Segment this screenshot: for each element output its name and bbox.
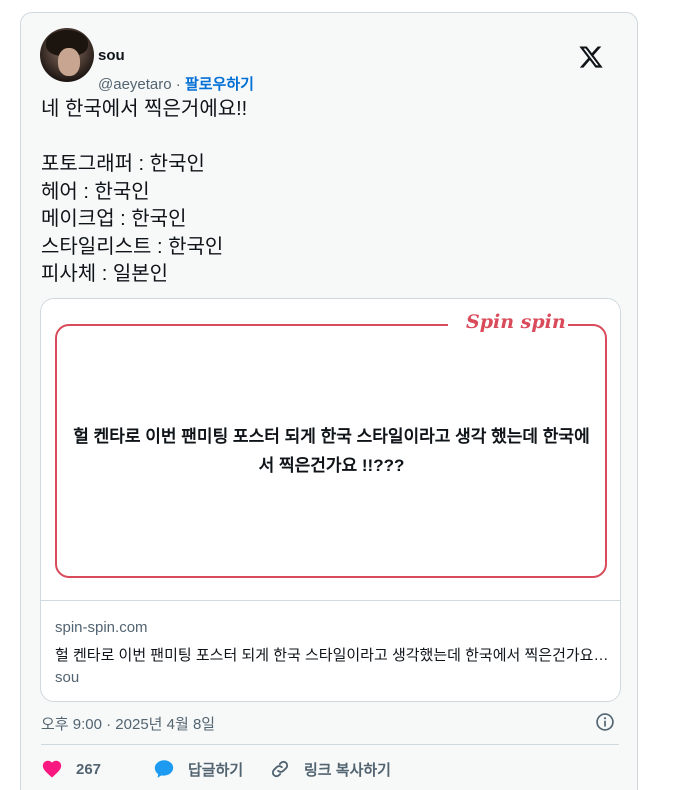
info-icon[interactable]: [595, 712, 615, 732]
tweet-card: sou @aeyetaro · 팔로우하기 네 한국에서 찍은거에요!! 포토그…: [20, 12, 638, 790]
link-preview-card[interactable]: Spin spin 헐 켄타로 이번 팬미팅 포스터 되게 한국 스타일이라고 …: [40, 298, 621, 702]
link-preview-image: Spin spin 헐 켄타로 이번 팬미팅 포스터 되게 한국 스타일이라고 …: [41, 299, 620, 601]
link-domain: spin-spin.com: [55, 619, 148, 636]
tweet-text: 네 한국에서 찍은거에요!! 포토그래퍼 : 한국인 헤어 : 한국인 메이크업…: [41, 98, 248, 285]
heart-icon: [42, 760, 62, 778]
like-count: 267: [76, 760, 102, 778]
handle-separator: ·: [175, 76, 181, 93]
link-author: sou: [55, 669, 80, 686]
poster-brand-logo: Spin spin: [466, 311, 566, 333]
avatar-face: [58, 48, 80, 76]
chain-link-icon: [271, 760, 289, 778]
follow-button[interactable]: 팔로우하기: [185, 76, 254, 93]
author-name[interactable]: sou: [98, 47, 125, 64]
author-handle[interactable]: @aeyetaro: [98, 76, 172, 93]
tweet-header: sou @aeyetaro · 팔로우하기: [40, 28, 622, 93]
speech-bubble-icon: [154, 760, 174, 778]
reply-label: 답글하기: [188, 761, 244, 779]
like-button[interactable]: 267: [41, 757, 101, 781]
avatar[interactable]: [40, 28, 94, 82]
action-bar: 267 답글하기 링크 복사하기: [41, 757, 621, 781]
copy-link-button[interactable]: 링크 복사하기: [269, 757, 391, 781]
poster-text: 헐 켄타로 이번 팬미팅 포스터 되게 한국 스타일이라고 생각 했는데 한국에…: [73, 427, 590, 475]
reply-button[interactable]: 답글하기: [153, 757, 243, 781]
author-handle-line: @aeyetaro · 팔로우하기: [98, 73, 254, 94]
copy-link-label: 링크 복사하기: [304, 761, 391, 779]
tweet-timestamp[interactable]: 오후 9:00 · 2025년 4월 8일: [41, 713, 215, 734]
divider: [41, 744, 619, 745]
link-description: 헐 켄타로 이번 팬미팅 포스터 되게 한국 스타일이라고 생각했는데 한국에서…: [55, 647, 610, 664]
x-logo-icon[interactable]: [578, 44, 604, 70]
